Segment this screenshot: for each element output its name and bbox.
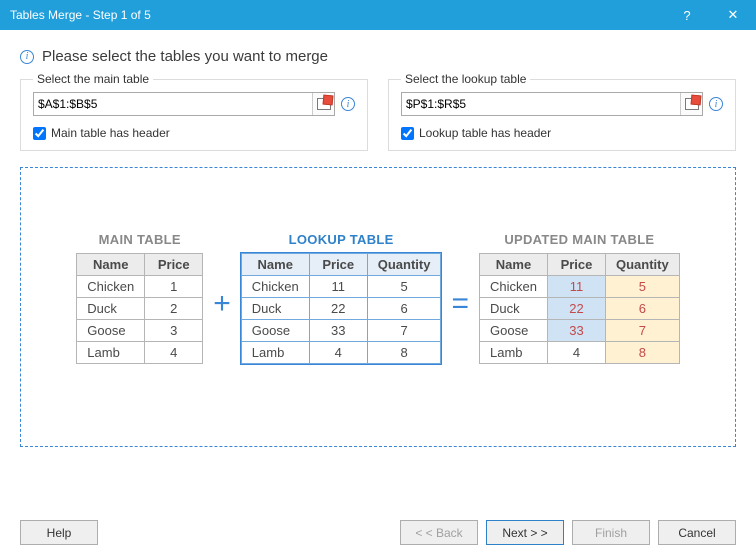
lookup-table-legend: Select the lookup table (401, 72, 530, 86)
table-cell: 6 (605, 298, 679, 320)
column-header: Price (309, 254, 367, 276)
table-cell: 6 (367, 298, 441, 320)
table-row: Duck226 (480, 298, 680, 320)
window-title: Tables Merge - Step 1 of 5 (10, 8, 664, 22)
main-table-range-input[interactable] (33, 92, 335, 116)
table-row: Goose337 (241, 320, 441, 342)
lookup-has-header-checkbox[interactable] (401, 127, 414, 140)
table-cell: Goose (77, 320, 145, 342)
table-cell: 22 (309, 298, 367, 320)
main-table-legend: Select the main table (33, 72, 153, 86)
table-row: Goose3 (77, 320, 203, 342)
titlebar: Tables Merge - Step 1 of 5 ? ✕ (0, 0, 756, 30)
table-cell: 22 (547, 298, 605, 320)
main-has-header-row[interactable]: Main table has header (33, 126, 355, 140)
table-cell: 4 (145, 342, 203, 364)
close-titlebar-button[interactable]: ✕ (710, 0, 756, 30)
table-cell: 11 (547, 276, 605, 298)
table-row: Chicken115 (480, 276, 680, 298)
table-cell: 8 (605, 342, 679, 364)
table-row: Chicken115 (241, 276, 441, 298)
table-cell: 8 (367, 342, 441, 364)
footer: Help < < Back Next > > Finish Cancel (20, 520, 736, 545)
table-cell: Duck (77, 298, 145, 320)
info-icon[interactable]: i (709, 97, 723, 111)
table-cell: Chicken (77, 276, 145, 298)
table-row: Goose337 (480, 320, 680, 342)
table-cell: 7 (367, 320, 441, 342)
table-cell: 3 (145, 320, 203, 342)
finish-button[interactable]: Finish (572, 520, 650, 545)
column-header: Name (77, 254, 145, 276)
back-button[interactable]: < < Back (400, 520, 478, 545)
column-header: Name (241, 254, 309, 276)
table-row: Lamb4 (77, 342, 203, 364)
lookup-table-group: Select the lookup table i Lookup table h… (388, 79, 736, 151)
main-range-select-button[interactable] (312, 93, 334, 115)
main-table-preview: MAIN TABLE NamePriceChicken1Duck2Goose3L… (76, 232, 203, 364)
table-cell: 1 (145, 276, 203, 298)
help-button[interactable]: Help (20, 520, 98, 545)
instruction-text: Please select the tables you want to mer… (42, 48, 328, 65)
table-cell: 33 (309, 320, 367, 342)
table-row: Duck226 (241, 298, 441, 320)
table-row: Lamb48 (241, 342, 441, 364)
main-has-header-label: Main table has header (51, 126, 170, 140)
column-header: Quantity (605, 254, 679, 276)
table-cell: Lamb (77, 342, 145, 364)
equals-icon: = (447, 287, 473, 321)
table-cell: 4 (309, 342, 367, 364)
lookup-table-range-input[interactable] (401, 92, 703, 116)
main-table-title: MAIN TABLE (99, 232, 181, 247)
main-has-header-checkbox[interactable] (33, 127, 46, 140)
table-cell: 2 (145, 298, 203, 320)
table-cell: 7 (605, 320, 679, 342)
column-header: Quantity (367, 254, 441, 276)
lookup-has-header-label: Lookup table has header (419, 126, 551, 140)
table-cell: Goose (480, 320, 548, 342)
table-cell: Lamb (480, 342, 548, 364)
table-cell: 5 (605, 276, 679, 298)
table-cell: Lamb (241, 342, 309, 364)
info-icon[interactable]: i (341, 97, 355, 111)
updated-table-preview: UPDATED MAIN TABLE NamePriceQuantityChic… (479, 232, 680, 364)
main-table-group: Select the main table i Main table has h… (20, 79, 368, 151)
lookup-range-select-button[interactable] (680, 93, 702, 115)
table-cell: 11 (309, 276, 367, 298)
help-titlebar-button[interactable]: ? (664, 0, 710, 30)
lookup-table-title: LOOKUP TABLE (289, 232, 394, 247)
next-button[interactable]: Next > > (486, 520, 564, 545)
column-header: Name (480, 254, 548, 276)
lookup-has-header-row[interactable]: Lookup table has header (401, 126, 723, 140)
table-cell: Chicken (480, 276, 548, 298)
instruction-row: i Please select the tables you want to m… (20, 48, 736, 65)
table-cell: Duck (480, 298, 548, 320)
table-cell: Chicken (241, 276, 309, 298)
lookup-table-preview: LOOKUP TABLE NamePriceQuantityChicken115… (241, 232, 442, 364)
table-row: Chicken1 (77, 276, 203, 298)
cancel-button[interactable]: Cancel (658, 520, 736, 545)
table-cell: 5 (367, 276, 441, 298)
info-icon: i (20, 50, 34, 64)
table-cell: Goose (241, 320, 309, 342)
updated-table-title: UPDATED MAIN TABLE (504, 232, 654, 247)
table-row: Duck2 (77, 298, 203, 320)
table-cell: Duck (241, 298, 309, 320)
table-cell: 33 (547, 320, 605, 342)
preview-panel: MAIN TABLE NamePriceChicken1Duck2Goose3L… (20, 167, 736, 447)
column-header: Price (547, 254, 605, 276)
column-header: Price (145, 254, 203, 276)
range-select-icon (317, 98, 331, 110)
table-cell: 4 (547, 342, 605, 364)
table-row: Lamb48 (480, 342, 680, 364)
range-select-icon (685, 98, 699, 110)
plus-icon: + (209, 287, 235, 321)
